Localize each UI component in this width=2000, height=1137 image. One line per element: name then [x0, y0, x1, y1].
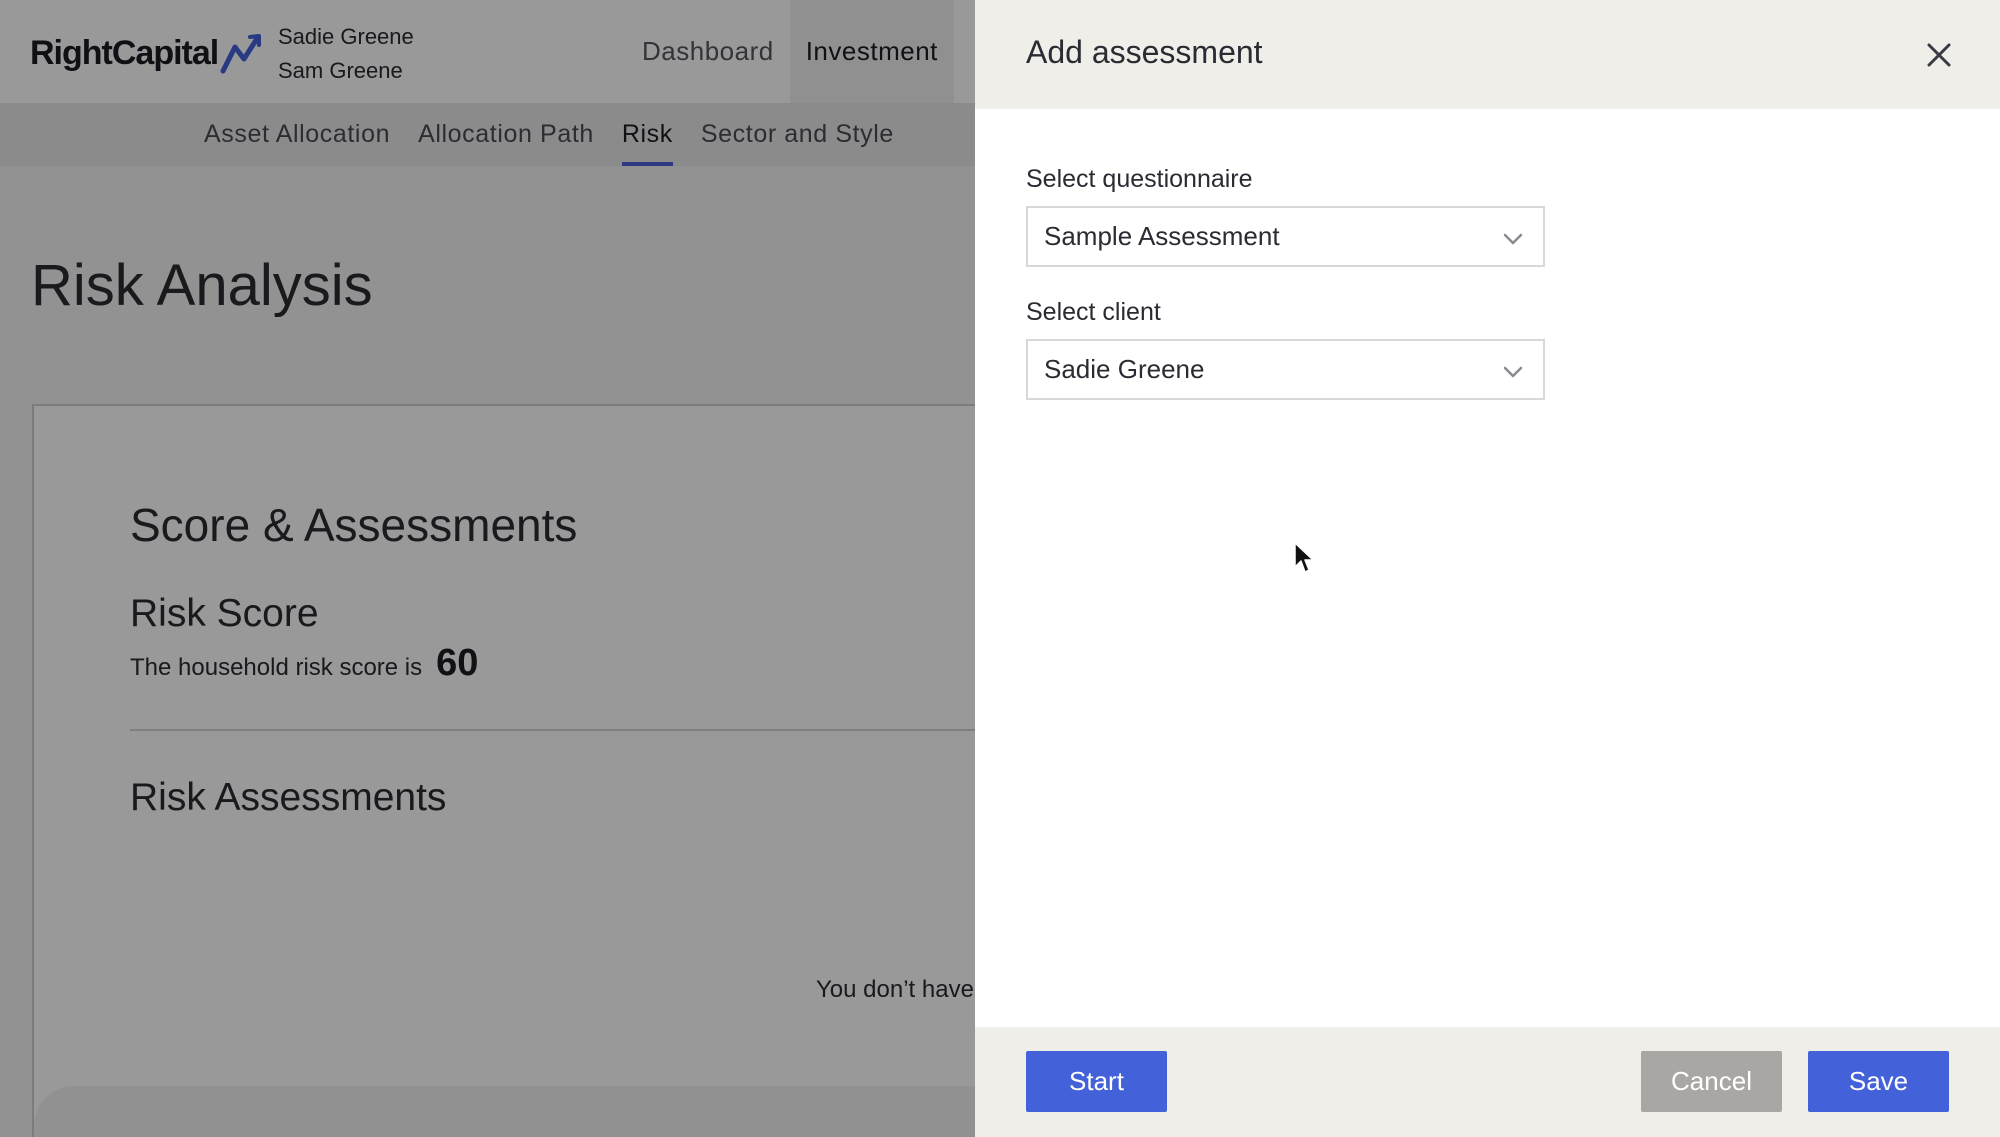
mouse-cursor-icon: [1294, 542, 1314, 573]
start-button[interactable]: Start: [1026, 1051, 1167, 1112]
drawer-header: Add assessment: [975, 0, 2000, 109]
client-label: Select client: [1026, 298, 1161, 326]
save-button[interactable]: Save: [1808, 1051, 1949, 1112]
close-icon[interactable]: [1920, 36, 1958, 74]
add-assessment-drawer: Add assessment Select questionnaire Samp…: [975, 0, 2000, 1137]
questionnaire-selected-value: Sample Assessment: [1044, 221, 1280, 251]
drawer-footer: Start Cancel Save: [975, 1027, 2000, 1137]
chevron-down-icon: [1503, 233, 1523, 245]
client-selected-value: Sadie Greene: [1044, 354, 1205, 384]
questionnaire-select[interactable]: Sample Assessment: [1026, 206, 1545, 267]
chevron-down-icon: [1503, 366, 1523, 378]
drawer-title: Add assessment: [1026, 34, 1263, 70]
questionnaire-label: Select questionnaire: [1026, 165, 1253, 193]
cancel-button[interactable]: Cancel: [1641, 1051, 1782, 1112]
client-select[interactable]: Sadie Greene: [1026, 339, 1545, 400]
